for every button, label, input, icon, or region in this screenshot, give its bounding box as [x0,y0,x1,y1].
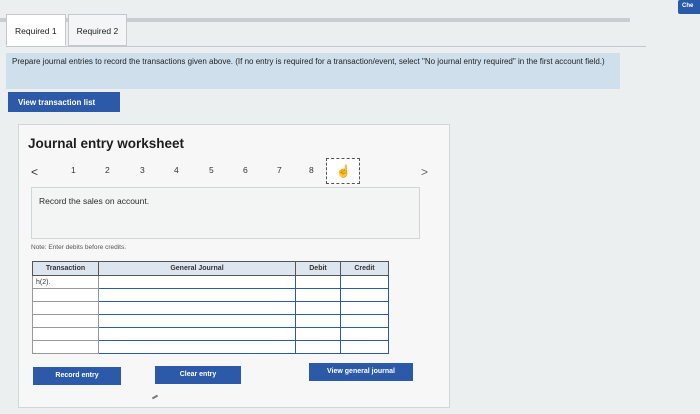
table-row [32,288,389,302]
next-page-icon[interactable]: > [421,165,428,179]
page-5[interactable]: 5 [209,165,214,175]
tab-required-2[interactable]: Required 2 [67,14,128,46]
transaction-cell [32,301,99,315]
column-header-credit: Credit [340,261,389,276]
credit-field[interactable] [340,340,389,354]
transaction-description-box: Record the sales on account. [31,187,420,239]
page-2[interactable]: 2 [105,165,110,175]
account-field[interactable] [98,340,296,354]
tab-divider [6,46,646,47]
requirement-tabs: Required 1 Required 2 [6,14,128,46]
page-7[interactable]: 7 [277,165,282,175]
debit-field[interactable] [295,288,341,302]
table-row [32,301,389,315]
table-header-row: Transaction General Journal Debit Credit [32,261,389,276]
debit-field[interactable] [295,327,341,341]
tab-required-1[interactable]: Required 1 [6,14,66,46]
page-4[interactable]: 4 [174,165,179,175]
debit-field[interactable] [295,275,341,289]
account-field[interactable] [98,327,296,341]
record-entry-button[interactable]: Record entry [33,367,121,385]
transaction-cell [32,327,99,341]
account-field[interactable] [98,314,296,328]
table-row [32,340,389,354]
page-8[interactable]: 8 [309,165,314,175]
transaction-description: Record the sales on account. [39,196,150,206]
table-row [32,327,389,341]
worksheet-title: Journal entry worksheet [28,136,185,151]
instructions-panel: Prepare journal entries to record the tr… [6,53,620,89]
credit-field[interactable] [340,301,389,315]
view-transaction-list-button[interactable]: View transaction list [8,92,120,112]
page-1[interactable]: 1 [71,165,76,175]
column-header-debit: Debit [295,261,341,276]
account-field[interactable] [98,301,296,315]
account-field[interactable] [98,275,296,289]
view-general-journal-button[interactable]: View general journal [309,363,413,381]
debit-field[interactable] [295,314,341,328]
prev-page-icon[interactable]: < [31,165,38,179]
transaction-cell [32,340,99,354]
journal-entry-worksheet: Journal entry worksheet < 1 2 3 4 5 6 7 … [18,124,450,408]
credit-field[interactable] [340,314,389,328]
account-field[interactable] [98,288,296,302]
hand-pointer-icon: ☝ [336,164,351,178]
current-page-box[interactable]: ☝ [326,158,360,184]
credit-field[interactable] [340,275,389,289]
debit-credit-note: Note: Enter debits before credits. [31,244,127,251]
credit-field[interactable] [340,288,389,302]
column-header-general-journal: General Journal [98,261,296,276]
journal-entry-table: Transaction General Journal Debit Credit… [32,261,389,354]
page-6[interactable]: 6 [243,165,248,175]
transaction-cell [32,288,99,302]
transaction-cell [32,314,99,328]
debit-field[interactable] [295,340,341,354]
table-row [32,314,389,328]
clear-entry-button[interactable]: Clear entry [155,366,241,384]
table-row: h(2). [32,275,389,289]
instructions-text: Prepare journal entries to record the tr… [12,57,605,66]
page-3[interactable]: 3 [140,165,145,175]
credit-field[interactable] [340,327,389,341]
check-my-work-button[interactable]: Che [678,0,700,14]
column-header-transaction: Transaction [32,261,99,276]
transaction-cell: h(2). [32,275,99,289]
debit-field[interactable] [295,301,341,315]
